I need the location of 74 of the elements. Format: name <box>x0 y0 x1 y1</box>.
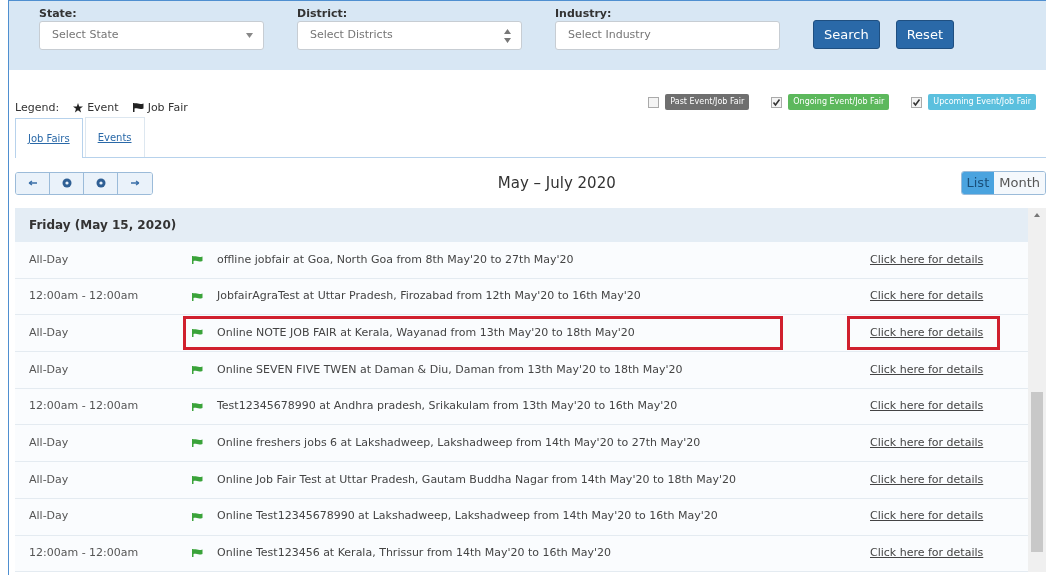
last-page-button[interactable] <box>118 172 152 194</box>
flag-icon <box>192 402 203 411</box>
details-link[interactable]: Click here for details <box>870 288 984 305</box>
event-time: 12:00am - 12:00am <box>28 545 140 562</box>
event-time: 12:00am - 12:00am <box>28 288 140 305</box>
flag-icon <box>192 255 203 264</box>
event-title: JobfairAgraTest at Uttar Pradesh, Firozabad from 12th May'20 to 16th May'20 <box>217 288 641 305</box>
state-dropdown[interactable]: Select State <box>39 21 264 50</box>
flag-icon <box>192 512 203 521</box>
legend-text: Event <box>87 99 119 116</box>
state-select[interactable]: Select State <box>50 26 246 45</box>
last-page-icon <box>129 178 141 188</box>
details-link[interactable]: Click here for details <box>870 361 984 379</box>
industry-box[interactable]: Select Industry <box>555 21 780 50</box>
district-dropdown[interactable]: Select Districts <box>297 21 522 50</box>
reset-button[interactable]: Reset <box>895 20 954 49</box>
day-header: Friday (May 15, 2020) <box>15 208 1028 242</box>
star-icon <box>73 102 84 113</box>
first-page-button[interactable] <box>16 172 50 194</box>
details-link[interactable]: Click here for details <box>870 508 984 525</box>
status-tag: Ongoing Event/Job Fair <box>788 94 890 110</box>
event-title: Online SEVEN FIVE TWEN at Daman & Diu, Daman from 13th May'20 to 18th May'20 <box>217 361 683 378</box>
industry-field[interactable]: Select Industry <box>566 26 769 45</box>
search-button[interactable]: Search <box>813 20 880 49</box>
spinner-arrows-icon[interactable] <box>504 28 511 43</box>
event-time: All-Day <box>28 251 70 268</box>
details-link[interactable]: Click here for details <box>870 398 984 415</box>
tab[interactable]: Events <box>84 117 145 157</box>
caret-icon[interactable] <box>246 33 253 38</box>
event-title: Online Job Fair Test at Uttar Pradesh, Gautam Buddha Nagar from 14th May'20 to 18th May'20 <box>217 471 736 488</box>
event-time: All-Day <box>28 435 70 452</box>
event-title: Test12345678990 at Andhra pradesh, Srikakulam from 13th May'20 to 16th May'20 <box>217 398 678 415</box>
details-link[interactable]: Click here for details <box>870 324 984 342</box>
previous-circle-icon <box>60 178 73 188</box>
next-circle-icon <box>94 178 107 188</box>
checkbox[interactable] <box>648 96 660 108</box>
field-label: District: <box>297 7 349 21</box>
event-time: All-Day <box>28 508 70 525</box>
details-link[interactable]: Click here for details <box>870 545 984 562</box>
field-label: Industry: <box>555 7 613 21</box>
event-title: offline jobfair at Goa, North Goa from 8th May'20 to 27th May'20 <box>217 251 574 268</box>
previous-circle-button[interactable] <box>50 172 84 194</box>
details-link[interactable]: Click here for details <box>870 251 984 269</box>
district-select[interactable]: Select Districts <box>308 26 504 45</box>
status-tag: Past Event/Job Fair <box>665 94 750 110</box>
flag-icon <box>192 549 203 558</box>
legend-text: Job Fair <box>147 99 188 116</box>
details-link[interactable]: Click here for details <box>870 471 984 489</box>
event-time: All-Day <box>28 324 70 341</box>
flag-icon <box>192 329 203 338</box>
legend-label: Legend: <box>15 99 60 116</box>
event-title: Online NOTE JOB FAIR at Kerala, Wayanad from 13th May'20 to 18th May'20 <box>217 324 635 341</box>
status-tag: Upcoming Event/Job Fair <box>928 94 1036 110</box>
flag-icon <box>192 292 203 301</box>
flag-icon <box>192 365 203 374</box>
event-title: Online Test123456 at Kerala, Thrissur from 14th May'20 to 16th May'20 <box>217 545 612 562</box>
next-circle-button[interactable] <box>84 172 118 194</box>
tab[interactable]: Job Fairs <box>15 118 83 158</box>
view-button[interactable]: Month <box>994 172 1045 194</box>
event-time: 12:00am - 12:00am <box>28 398 140 415</box>
event-time: All-Day <box>28 471 70 488</box>
checkbox[interactable] <box>911 96 923 108</box>
first-page-icon <box>26 178 39 188</box>
event-title: Online Test12345678990 at Lakshadweep, Lakshadweep from 14th May'20 to 16th May'20 <box>217 508 718 525</box>
event-title: Online freshers jobs 6 at Lakshadweep, Lakshadweep from 14th May'20 to 27th May'20 <box>217 435 701 452</box>
field-label: State: <box>39 7 78 21</box>
details-link[interactable]: Click here for details <box>870 435 984 452</box>
flag-icon <box>192 475 203 484</box>
flag-icon <box>132 103 144 113</box>
scrollbar[interactable] <box>1028 208 1046 573</box>
calendar-title: May – July 2020 <box>497 172 616 194</box>
checkbox[interactable] <box>771 96 783 108</box>
flag-icon <box>192 439 203 448</box>
event-time: All-Day <box>28 361 70 378</box>
